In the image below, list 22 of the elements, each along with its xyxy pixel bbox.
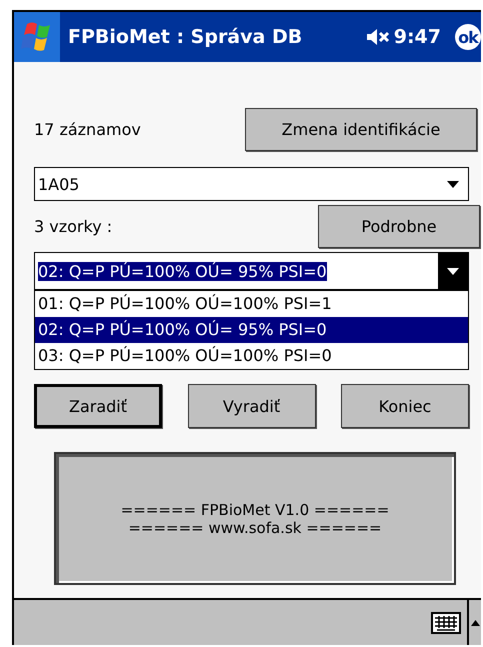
action-button[interactable]: Vyradiť [188,384,316,428]
dropdown-arrow-icon[interactable] [447,180,459,188]
change-id-button[interactable]: Zmena identifikácie [245,108,477,151]
speaker-muted-icon[interactable] [366,27,390,47]
dropdown-option[interactable]: 01: Q=P PÚ=100% OÚ=100% PSI=1 [35,291,468,317]
up-arrow-icon[interactable] [471,620,480,626]
action-button[interactable]: Koniec [341,384,469,428]
details-button[interactable]: Podrobne [318,205,480,248]
window-title: FPBioMet : Správa DB [68,26,304,48]
info-text: ====== FPBioMet V1.0 ====== [120,500,390,518]
start-button[interactable] [14,12,60,62]
dropdown-option[interactable]: 02: Q=P PÚ=100% OÚ= 95% PSI=0 [35,317,468,343]
info-text: ====== www.sofa.sk ====== [128,518,382,536]
clock: 9:47 [394,26,441,48]
sample-count: 3 vzorky : [34,217,112,236]
id-dropdown[interactable]: 1A05 [34,167,469,201]
sample-dropdown[interactable]: 02: Q=P PÚ=100% OÚ= 95% PSI=0 [34,252,469,290]
dropdown-option[interactable]: 03: Q=P PÚ=100% OÚ=100% PSI=0 [35,343,468,369]
keyboard-icon[interactable] [431,612,461,634]
ok-button[interactable]: ok [455,24,481,50]
record-count: 17 záznamov [34,120,141,139]
action-button[interactable]: Zaradiť [34,384,162,428]
